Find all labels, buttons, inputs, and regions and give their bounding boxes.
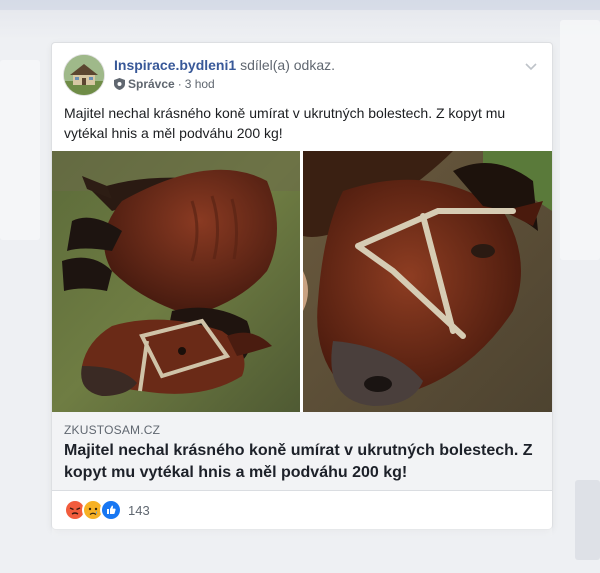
link-image[interactable] [52,151,552,412]
horse-photo-left [52,151,300,412]
link-preview[interactable]: ZKUSTOSAM.CZ Majitel nechal krásného kon… [52,412,552,491]
share-action-text: sdílel(a) odkaz. [240,57,335,73]
horse-lying-illustration [52,151,300,412]
author-name[interactable]: Inspirace.bydleni1 [114,57,236,73]
post-time[interactable]: 3 hod [185,77,215,91]
chevron-down-icon[interactable] [524,59,538,73]
link-title[interactable]: Majitel nechal krásného koně umírat v uk… [64,440,540,484]
post-text: Majitel nechal krásného koně umírat v uk… [64,105,506,141]
author-line: Inspirace.bydleni1 sdílel(a) odkaz. [114,57,335,73]
feed-post: Inspirace.bydleni1 sdílel(a) odkaz. Sprá… [52,43,552,529]
like-icon [100,499,122,521]
link-domain: ZKUSTOSAM.CZ [64,423,161,437]
blurred-right-thumb [575,480,600,560]
card-fade-edge [52,520,552,538]
horse-photo-right [303,151,552,412]
page-avatar[interactable] [64,55,104,95]
blurred-left-column [0,60,40,240]
reaction-count: 143 [128,502,150,518]
post-meta: Správce · 3 hod [114,77,215,91]
admin-shield-icon [114,78,125,90]
blurred-right-column [560,20,600,260]
reactions-summary[interactable]: 143 [64,499,150,521]
role-label: Správce [128,77,175,91]
post-header: Inspirace.bydleni1 sdílel(a) odkaz. Sprá… [64,55,540,95]
meta-dot: · [177,77,182,91]
horse-head-closeup-illustration [303,151,552,412]
house-icon [64,55,104,95]
blurred-top-bar [0,0,600,10]
